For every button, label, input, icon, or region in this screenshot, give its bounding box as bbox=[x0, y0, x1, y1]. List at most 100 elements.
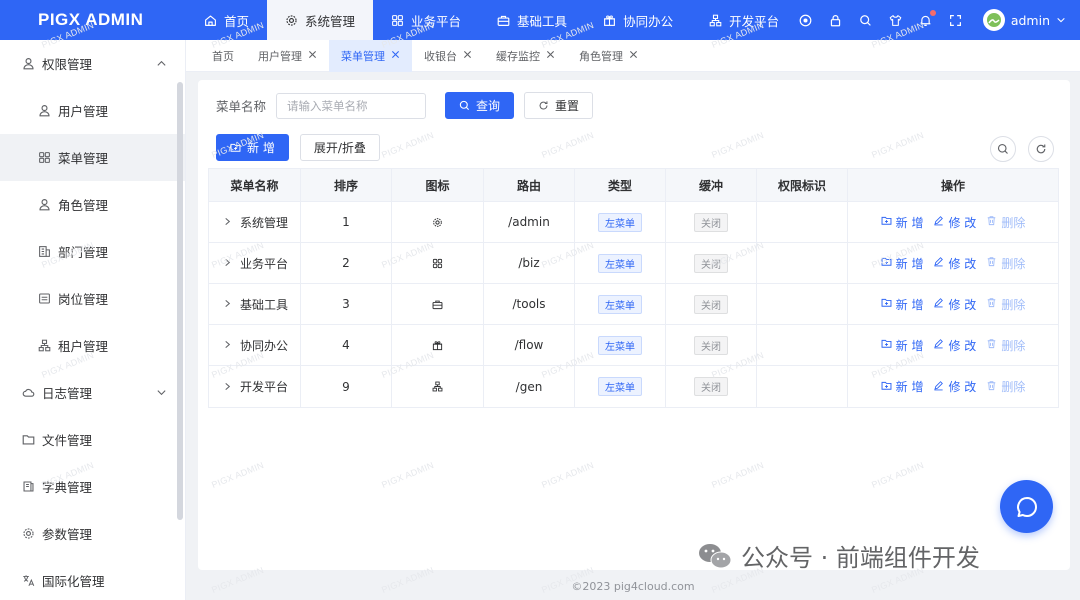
sidebar-item-2[interactable]: 菜单管理 bbox=[0, 134, 185, 181]
topnav-item-5[interactable]: 开发平台 bbox=[691, 0, 797, 40]
add-row-button[interactable]: 新 增 bbox=[881, 378, 923, 395]
edit-row-button[interactable]: 修 改 bbox=[933, 214, 976, 231]
close-icon[interactable] bbox=[629, 49, 638, 62]
trash-icon bbox=[986, 338, 997, 352]
query-button[interactable]: 查询 bbox=[445, 92, 515, 119]
sidebar-item-5[interactable]: 岗位管理 bbox=[0, 275, 185, 322]
delete-row-button[interactable]: 删除 bbox=[986, 378, 1025, 395]
icon-cell bbox=[392, 243, 484, 283]
close-icon[interactable] bbox=[463, 49, 472, 62]
folder-add-icon bbox=[881, 256, 892, 270]
theme-shirt-icon[interactable] bbox=[889, 13, 903, 27]
add-button[interactable]: 新 增 bbox=[216, 134, 289, 161]
menu-name: 基础工具 bbox=[240, 297, 289, 312]
sidebar-item-label: 菜单管理 bbox=[58, 151, 109, 166]
add-row-button[interactable]: 新 增 bbox=[881, 214, 923, 231]
sidebar-scrollbar[interactable] bbox=[177, 82, 183, 520]
delete-row-button[interactable]: 删除 bbox=[986, 255, 1025, 272]
route-value: /tools bbox=[512, 297, 546, 311]
add-row-button[interactable]: 新 增 bbox=[881, 337, 923, 354]
menu-table: 菜单名称 排序 图标 路由 类型 缓冲 权限标识 操作 系统管理 1/admin 左菜单 关闭新 增… bbox=[208, 168, 1059, 408]
sidebar-item-3[interactable]: 角色管理 bbox=[0, 181, 185, 228]
delete-row-button[interactable]: 删除 bbox=[986, 214, 1025, 231]
search-icon[interactable] bbox=[859, 13, 873, 27]
sidebar-item-8[interactable]: 文件管理 bbox=[0, 416, 185, 463]
close-icon[interactable] bbox=[308, 49, 317, 62]
permission-cell bbox=[757, 243, 848, 283]
close-icon[interactable] bbox=[546, 49, 555, 62]
sidebar-item-11[interactable]: 国际化管理 bbox=[0, 557, 185, 600]
edit-icon bbox=[933, 215, 944, 229]
chevron-right-icon[interactable] bbox=[223, 297, 232, 311]
column-header: 操作 bbox=[940, 178, 965, 193]
type-tag: 左菜单 bbox=[598, 335, 642, 355]
chevron-right-icon[interactable] bbox=[223, 256, 232, 270]
edit-row-button[interactable]: 修 改 bbox=[933, 378, 976, 395]
footer-copyright: ©2023 pig4cloud.com bbox=[571, 580, 695, 593]
toggle-search-button[interactable] bbox=[990, 136, 1016, 162]
sidebar-item-label: 日志管理 bbox=[42, 386, 93, 401]
sidebar-menu: 权限管理 用户管理菜单管理角色管理部门管理岗位管理租户管理日志管理文件管理 字典管理… bbox=[0, 40, 185, 600]
cache-tag: 关闭 bbox=[694, 253, 728, 273]
menu-name: 系统管理 bbox=[240, 215, 289, 230]
close-icon[interactable] bbox=[391, 49, 400, 62]
topnav-item-3[interactable]: 基础工具 bbox=[479, 0, 585, 40]
chevron-right-icon[interactable] bbox=[223, 338, 232, 352]
type-cell: 左菜单 bbox=[575, 325, 666, 365]
sidebar-item-label: 部门管理 bbox=[58, 245, 109, 260]
expand-collapse-button[interactable]: 展开/折叠 bbox=[299, 134, 380, 161]
github-icon[interactable] bbox=[799, 13, 813, 27]
tab-4[interactable]: 缓存监控 bbox=[484, 40, 567, 72]
gift-icon bbox=[432, 340, 443, 351]
tab-label: 收银台 bbox=[424, 49, 457, 63]
folder-add-icon bbox=[881, 297, 892, 311]
lock-icon[interactable] bbox=[829, 13, 843, 27]
sidebar-item-0[interactable]: 权限管理 bbox=[0, 40, 185, 87]
sidebar-item-label: 角色管理 bbox=[58, 198, 109, 213]
tab-5[interactable]: 角色管理 bbox=[567, 40, 650, 72]
menu-name-input[interactable] bbox=[276, 92, 427, 119]
topnav-item-1[interactable]: 系统管理 bbox=[267, 0, 374, 40]
topnav-item-4[interactable]: 协同办公 bbox=[585, 0, 691, 40]
add-row-button[interactable]: 新 增 bbox=[881, 296, 923, 313]
bell-icon[interactable] bbox=[919, 10, 936, 27]
refresh-table-button[interactable] bbox=[1028, 136, 1054, 162]
actions-cell: 新 增 修 改 删除 bbox=[848, 366, 1058, 407]
tab-2[interactable]: 菜单管理 bbox=[329, 39, 412, 72]
fullscreen-icon[interactable] bbox=[949, 13, 963, 27]
delete-row-button-label: 删除 bbox=[1001, 297, 1026, 312]
sidebar: 权限管理 用户管理菜单管理角色管理部门管理岗位管理租户管理日志管理文件管理 字典管理… bbox=[0, 40, 186, 600]
edit-row-button[interactable]: 修 改 bbox=[933, 337, 976, 354]
sidebar-item-6[interactable]: 租户管理 bbox=[0, 322, 185, 369]
cache-cell: 关闭 bbox=[666, 243, 757, 283]
menu-name: 开发平台 bbox=[240, 380, 289, 394]
delete-row-button[interactable]: 删除 bbox=[986, 337, 1025, 354]
user-icon bbox=[38, 198, 51, 211]
topnav-label: 系统管理 bbox=[305, 13, 356, 29]
route-cell: /admin bbox=[484, 202, 575, 242]
reset-button[interactable]: 重置 bbox=[524, 92, 594, 119]
topnav-item-0[interactable]: 首页 bbox=[186, 0, 267, 40]
edit-row-button[interactable]: 修 改 bbox=[933, 255, 976, 272]
chevron-right-icon[interactable] bbox=[223, 380, 232, 394]
tab-1[interactable]: 用户管理 bbox=[246, 40, 329, 72]
tab-0[interactable]: 首页 bbox=[200, 40, 246, 72]
actions-cell: 新 增 修 改 删除 bbox=[848, 202, 1058, 242]
sidebar-item-10[interactable]: 参数管理 bbox=[0, 510, 185, 557]
sidebar-item-4[interactable]: 部门管理 bbox=[0, 228, 185, 275]
tab-3[interactable]: 收银台 bbox=[412, 40, 484, 72]
user-menu[interactable]: admin bbox=[982, 9, 1066, 31]
add-row-button[interactable]: 新 增 bbox=[881, 255, 923, 272]
chevron-right-icon[interactable] bbox=[223, 215, 232, 229]
sidebar-item-1[interactable]: 用户管理 bbox=[0, 87, 185, 134]
edit-row-button[interactable]: 修 改 bbox=[933, 296, 976, 313]
chat-fab-button[interactable] bbox=[1000, 480, 1053, 533]
sidebar-item-7[interactable]: 日志管理 bbox=[0, 369, 185, 416]
delete-row-button[interactable]: 删除 bbox=[986, 296, 1025, 313]
topnav-item-2[interactable]: 业务平台 bbox=[373, 0, 479, 40]
topnav-label: 首页 bbox=[224, 13, 250, 29]
delete-row-button-label: 删除 bbox=[1001, 215, 1026, 230]
cache-cell: 关闭 bbox=[666, 202, 757, 242]
sidebar-item-label: 租户管理 bbox=[58, 339, 109, 354]
sidebar-item-9[interactable]: 字典管理 bbox=[0, 463, 185, 510]
